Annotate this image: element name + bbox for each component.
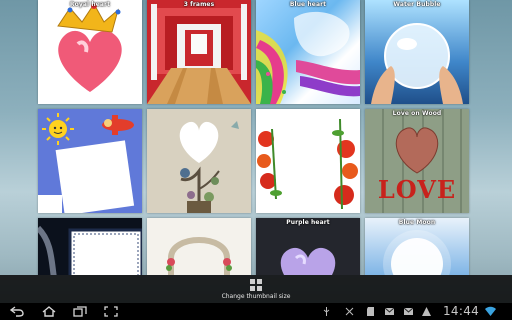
tile-label: Water Bubble (393, 1, 441, 8)
frame-thumbnail-flower-arch[interactable] (147, 218, 251, 275)
tile-label: Royal heart (69, 1, 111, 8)
frame-thumbnail-purple-heart[interactable]: Purple heart (256, 218, 360, 275)
grid-icon (250, 279, 262, 291)
frame-thumbnail-sunny-plane[interactable] (38, 109, 142, 213)
frame-thumbnail-tree-heart[interactable] (147, 109, 251, 213)
frame-thumbnail-blue-moon[interactable]: Blue Moon (365, 218, 469, 275)
frame-thumbnail-3-frames[interactable]: 3 frames (147, 0, 251, 104)
screenshot-icon[interactable] (104, 306, 118, 317)
dark-smoke-art (38, 218, 142, 275)
frame-thumbnail-water-bubble[interactable]: Water Bubble (365, 0, 469, 104)
system-navigation-bar: 14:44 (0, 303, 512, 320)
blue-heart-art (256, 11, 360, 104)
royal-heart-art (57, 3, 122, 92)
clock: 14:44 (443, 304, 480, 318)
flower-arch-art (147, 218, 251, 275)
sd-card-icon (367, 307, 374, 316)
frame-thumbnail-blue-heart[interactable]: Blue heart (256, 0, 360, 104)
tree-heart-art (147, 109, 251, 213)
red-flowers-art (256, 109, 360, 213)
love-wood-text: LOVE (377, 175, 457, 204)
sunny-plane-art (38, 109, 142, 213)
change-thumbnail-size-label: Change thumbnail size (221, 293, 291, 300)
three-frames-art (147, 0, 251, 104)
home-icon[interactable] (42, 306, 56, 317)
tile-label: Blue Moon (398, 219, 436, 226)
water-bubble-art (371, 23, 463, 104)
bottom-toolbar: Change thumbnail size (0, 275, 512, 303)
back-icon[interactable] (10, 306, 24, 317)
tile-label: Love on Wood (392, 110, 442, 117)
recent-apps-icon[interactable] (73, 306, 87, 317)
frame-thumbnail-royal-heart[interactable]: Royal heart (38, 0, 142, 104)
gmail-icon (385, 307, 394, 315)
tile-label: 3 frames (183, 1, 215, 8)
debug-icon (345, 307, 354, 316)
blue-moon-art (383, 230, 451, 275)
purple-heart-art (256, 218, 360, 275)
tile-label: Blue heart (289, 1, 327, 8)
gmail-icon (404, 307, 413, 315)
tile-label: Purple heart (286, 219, 330, 226)
frame-thumbnail-dark-smoke[interactable] (38, 218, 142, 275)
frame-thumbnail-love-on-wood[interactable]: LOVE Love on Wood (365, 109, 469, 213)
wifi-icon (485, 306, 496, 316)
warning-icon (422, 307, 431, 316)
usb-icon (323, 307, 330, 316)
frame-thumbnail-red-flowers[interactable] (256, 109, 360, 213)
thumbnail-grid: Royal heart 3 frames Blue heart Water Bu… (0, 0, 512, 275)
